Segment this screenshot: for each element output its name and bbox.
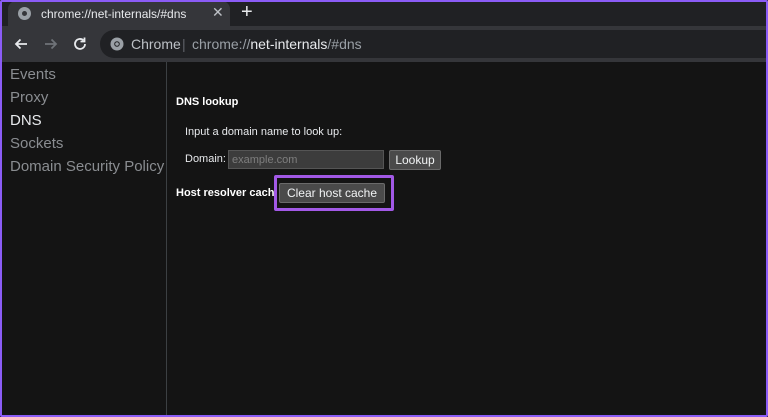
dns-lookup-heading: DNS lookup — [176, 96, 239, 108]
address-bar[interactable]: Chrome | chrome://net-internals/#dns — [100, 30, 768, 58]
sidebar-item-domain-security-policy[interactable]: Domain Security Policy — [10, 158, 164, 175]
sidebar-item-sockets[interactable]: Sockets — [10, 135, 63, 152]
lookup-button[interactable]: Lookup — [389, 150, 441, 170]
forward-arrow-icon[interactable] — [40, 33, 62, 55]
tab-strip: chrome://net-internals/#dns ✕ + — [0, 0, 768, 26]
sidebar-item-dns[interactable]: DNS — [10, 112, 42, 129]
url-separator: | — [182, 36, 186, 52]
site-label: Chrome — [131, 36, 181, 52]
reload-icon[interactable] — [69, 33, 91, 55]
close-icon[interactable]: ✕ — [212, 4, 224, 21]
sidebar-item-proxy[interactable]: Proxy — [10, 89, 48, 106]
new-tab-button[interactable]: + — [241, 0, 253, 24]
sidebar-item-events[interactable]: Events — [10, 66, 56, 83]
host-resolver-cache-heading: Host resolver cache — [176, 187, 281, 199]
chrome-favicon-icon — [18, 7, 31, 20]
clear-host-cache-button[interactable]: Clear host cache — [279, 183, 385, 203]
domain-input[interactable] — [228, 150, 384, 169]
lookup-prompt: Input a domain name to look up: — [185, 126, 343, 138]
sidebar: Events Proxy DNS Sockets Domain Security… — [0, 62, 167, 417]
domain-label: Domain: — [185, 153, 226, 165]
browser-toolbar: Chrome | chrome://net-internals/#dns — [0, 26, 768, 62]
dns-panel: DNS lookup Input a domain name to look u… — [167, 62, 768, 417]
tab-title: chrome://net-internals/#dns — [41, 7, 187, 21]
url-text: chrome://net-internals/#dns — [192, 36, 362, 52]
chrome-logo-icon — [110, 37, 124, 51]
browser-tab[interactable]: chrome://net-internals/#dns ✕ — [8, 1, 230, 26]
back-arrow-icon[interactable] — [10, 33, 32, 55]
